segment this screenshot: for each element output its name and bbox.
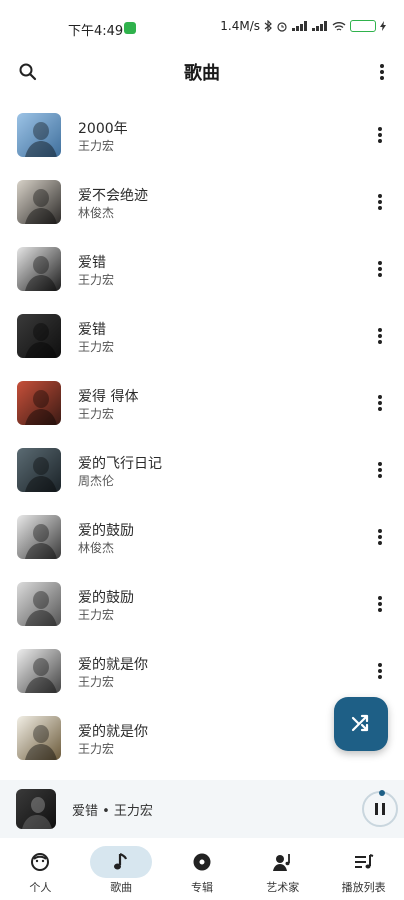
song-artist: 王力宏 — [78, 675, 115, 689]
album-cover — [17, 515, 61, 559]
album-cover — [17, 180, 61, 224]
page-title: 歌曲 — [184, 63, 220, 84]
face-icon — [9, 846, 71, 878]
album-cover — [17, 113, 61, 157]
song-artist: 周杰伦 — [78, 474, 115, 488]
pause-icon — [375, 803, 385, 815]
status-bar: 下午4:49 1.4M/s — [0, 0, 404, 40]
song-title: 爱不会绝迹 — [78, 188, 148, 204]
song-artist: 王力宏 — [78, 608, 115, 622]
song-row[interactable]: 爱错 王力宏 — [0, 236, 404, 303]
song-more-icon[interactable] — [368, 122, 392, 148]
artist-icon — [252, 846, 314, 878]
album-cover — [17, 649, 61, 693]
song-more-icon[interactable] — [368, 390, 392, 416]
song-title: 爱的鼓励 — [78, 523, 134, 539]
charging-icon — [380, 21, 386, 31]
nav-label: 歌曲 — [110, 881, 133, 894]
nav-label: 专辑 — [190, 881, 213, 894]
song-title: 爱的鼓励 — [78, 590, 134, 606]
song-artist: 王力宏 — [78, 139, 115, 153]
song-more-icon[interactable] — [368, 457, 392, 483]
nav-label: 艺术家 — [266, 881, 300, 894]
song-artist: 林俊杰 — [78, 206, 115, 220]
alarm-icon — [277, 22, 287, 32]
bluetooth-icon — [264, 20, 272, 32]
album-cover — [17, 716, 61, 760]
nav-label: 播放列表 — [341, 881, 386, 894]
album-cover — [17, 448, 61, 492]
song-title: 爱错 — [78, 255, 106, 271]
song-title: 爱的就是你 — [78, 724, 148, 740]
song-more-icon[interactable] — [368, 189, 392, 215]
song-title: 爱得 得体 — [78, 389, 139, 405]
song-more-icon[interactable] — [368, 323, 392, 349]
song-row[interactable]: 爱的鼓励 林俊杰 — [0, 504, 404, 571]
song-artist: 王力宏 — [78, 340, 115, 354]
song-row[interactable]: 爱的鼓励 王力宏 — [0, 571, 404, 638]
pause-button[interactable] — [362, 790, 398, 827]
music-note-icon — [90, 846, 153, 878]
nav-item-artist[interactable]: 艺术家 — [242, 838, 323, 900]
shuffle-icon — [351, 714, 369, 732]
song-artist: 王力宏 — [78, 742, 115, 756]
notification-app-icon — [124, 22, 136, 34]
nav-item-album[interactable]: 专辑 — [162, 838, 243, 900]
album-icon — [171, 846, 233, 878]
song-title: 2000年 — [78, 121, 128, 137]
song-artist: 王力宏 — [78, 407, 115, 421]
more-vert-icon[interactable] — [368, 58, 396, 86]
song-row[interactable]: 爱的就是你 王力宏 — [0, 638, 404, 705]
status-time: 下午4:49 — [68, 24, 124, 39]
bottom-navigation: 个人 歌曲 专辑 艺术家 播放列表 — [0, 838, 404, 900]
album-cover — [17, 381, 61, 425]
now-playing-text: 爱错 • 王力宏 — [72, 804, 153, 819]
album-cover — [17, 582, 61, 626]
album-cover — [17, 314, 61, 358]
signal-icon — [292, 21, 308, 31]
song-title: 爱的就是你 — [78, 657, 148, 673]
song-title: 爱的飞行日记 — [78, 456, 162, 472]
shuffle-button[interactable] — [334, 697, 388, 751]
battery-icon — [350, 20, 376, 32]
wifi-icon — [332, 21, 346, 31]
song-row[interactable]: 爱不会绝迹 林俊杰 — [0, 169, 404, 236]
song-artist: 林俊杰 — [78, 541, 115, 555]
song-more-icon[interactable] — [368, 524, 392, 550]
status-indicators: 1.4M/s — [220, 19, 386, 33]
song-artist: 王力宏 — [78, 273, 115, 287]
song-more-icon[interactable] — [368, 256, 392, 282]
network-speed: 1.4M/s — [220, 19, 260, 33]
song-row[interactable]: 爱得 得体 王力宏 — [0, 370, 404, 437]
album-cover — [17, 247, 61, 291]
song-title: 爱错 — [78, 322, 106, 338]
nav-label: 个人 — [29, 881, 52, 894]
song-row[interactable]: 爱的飞行日记 周杰伦 — [0, 437, 404, 504]
top-app-bar: 歌曲 — [0, 50, 404, 94]
song-list[interactable]: 2000年 王力宏 爱不会绝迹 林俊杰 爱错 王力宏 爱错 王力宏 爱得 得体 王力宏 爱的飞行日记… — [0, 102, 404, 772]
nav-item-face[interactable]: 个人 — [0, 838, 81, 900]
signal-icon-2 — [312, 21, 328, 31]
mini-player-cover — [16, 789, 56, 829]
song-row[interactable]: 爱错 王力宏 — [0, 303, 404, 370]
song-more-icon[interactable] — [368, 658, 392, 684]
song-more-icon[interactable] — [368, 591, 392, 617]
song-row[interactable]: 2000年王力宏 — [0, 102, 404, 169]
nav-item-music-note[interactable]: 歌曲 — [81, 838, 162, 900]
nav-item-playlist[interactable]: 播放列表 — [323, 838, 404, 900]
playlist-icon — [333, 846, 395, 878]
mini-player[interactable]: 爱错 • 王力宏 — [0, 780, 404, 838]
